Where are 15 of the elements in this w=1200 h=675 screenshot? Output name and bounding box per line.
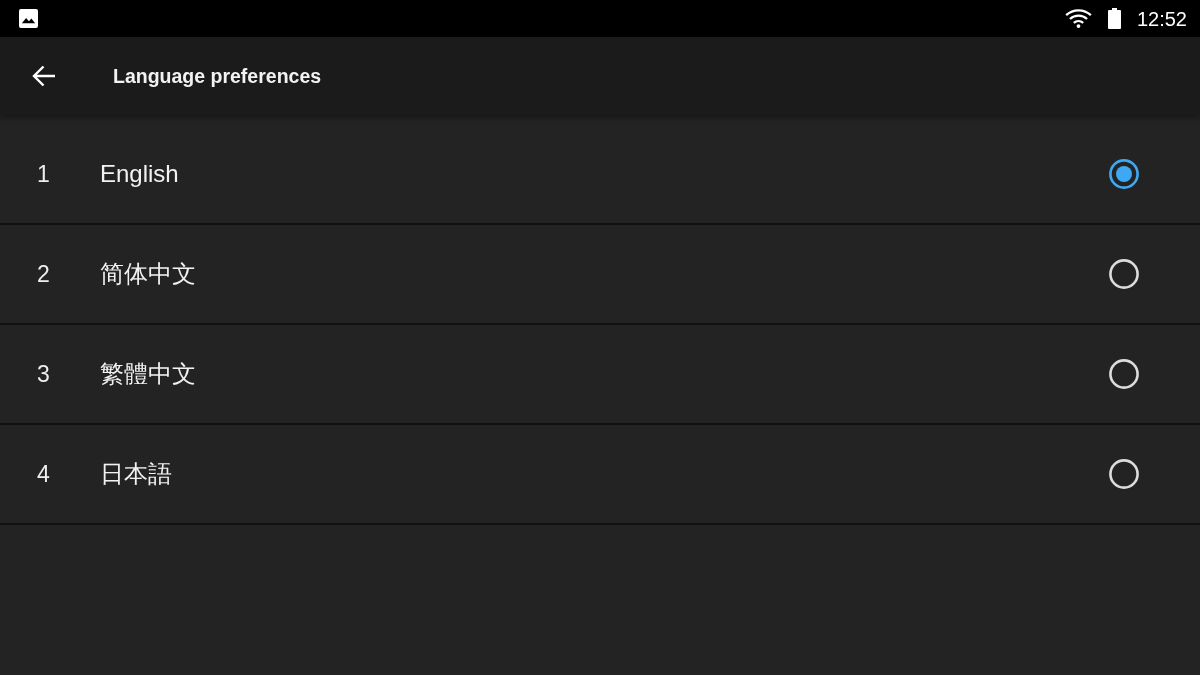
back-arrow-icon[interactable] (32, 65, 56, 87)
language-number: 3 (37, 360, 51, 388)
battery-icon (1107, 8, 1121, 29)
language-number: 1 (37, 160, 51, 188)
language-name[interactable]: English (100, 160, 1109, 188)
image-icon (19, 9, 38, 28)
screen-title: Language preferences (113, 64, 322, 88)
wifi-icon (1064, 9, 1092, 28)
language-name[interactable]: 日本語 (100, 458, 1109, 490)
status-time: 12:52 (1136, 6, 1187, 31)
language-name[interactable]: 繁體中文 (100, 358, 1109, 390)
language-name[interactable]: 简体中文 (100, 258, 1109, 290)
language-number: 4 (37, 460, 51, 488)
language-number: 2 (37, 260, 51, 288)
radio-button[interactable] (1109, 159, 1139, 189)
